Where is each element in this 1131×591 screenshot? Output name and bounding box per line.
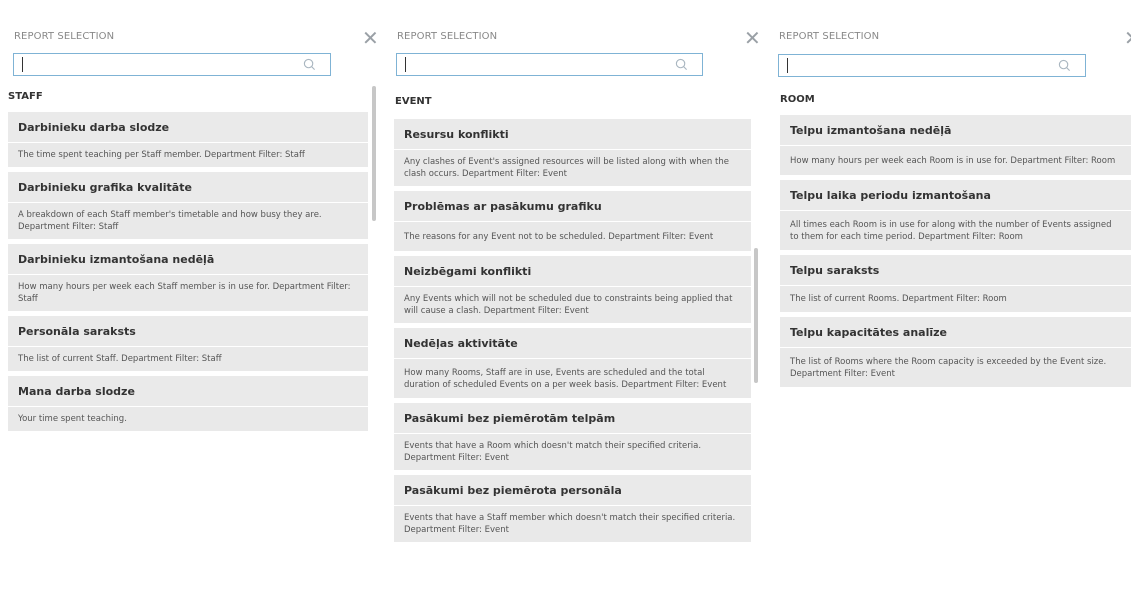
report-title[interactable]: Darbinieku darba slodze (8, 112, 368, 142)
search-field[interactable] (13, 53, 331, 76)
report-item[interactable]: Darbinieku darba slodze The time spent t… (8, 112, 368, 167)
report-item[interactable]: Resursu konflikti Any clashes of Event's… (394, 119, 751, 186)
report-title[interactable]: Darbinieku grafika kvalitāte (8, 172, 368, 202)
report-description: Events that have a Staff member which do… (394, 505, 751, 542)
report-title[interactable]: Personāla saraksts (8, 316, 368, 346)
report-item[interactable]: Darbinieku grafika kvalitāte A breakdown… (8, 172, 368, 239)
report-description: Your time spent teaching. (8, 406, 368, 431)
report-description: The list of current Rooms. Department Fi… (780, 285, 1131, 312)
report-item[interactable]: Telpu laika periodu izmantošana All time… (780, 180, 1131, 250)
report-list: Resursu konflikti Any clashes of Event's… (394, 119, 751, 542)
search-input[interactable] (14, 54, 275, 76)
report-item[interactable]: Telpu izmantošana nedēļā How many hours … (780, 115, 1131, 175)
text-caret (405, 57, 406, 72)
report-title[interactable]: Pasākumi bez piemērota personāla (394, 475, 751, 505)
report-description: A breakdown of each Staff member's timet… (8, 202, 368, 239)
report-description: The list of current Staff. Department Fi… (8, 346, 368, 371)
search-field[interactable] (778, 54, 1086, 77)
panel-header: REPORT SELECTION (397, 31, 498, 42)
search-input[interactable] (779, 55, 1032, 77)
search-field[interactable] (396, 53, 703, 76)
report-description: Events that have a Room which doesn't ma… (394, 433, 751, 470)
report-item[interactable]: Neizbēgami konflikti Any Events which wi… (394, 256, 751, 323)
report-title[interactable]: Pasākumi bez piemērotām telpām (394, 403, 751, 433)
category-heading: ROOM (780, 94, 815, 105)
scrollbar[interactable] (372, 86, 376, 221)
report-panel-event: REPORT SELECTION ✕ EVENT Resursu konflik… (384, 14, 762, 591)
close-icon[interactable]: ✕ (744, 28, 761, 48)
report-item[interactable]: Personāla saraksts The list of current S… (8, 316, 368, 371)
text-caret (22, 57, 23, 72)
report-title[interactable]: Resursu konflikti (394, 119, 751, 149)
category-heading: EVENT (395, 96, 432, 107)
report-list: Telpu izmantošana nedēļā How many hours … (780, 115, 1131, 387)
report-description: The reasons for any Event not to be sche… (394, 221, 751, 251)
report-description: The list of Rooms where the Room capacit… (780, 347, 1131, 387)
search-icon[interactable] (1058, 59, 1071, 72)
report-title[interactable]: Mana darba slodze (8, 376, 368, 406)
panel-header: REPORT SELECTION (779, 31, 880, 42)
close-icon[interactable]: ✕ (1124, 28, 1131, 48)
report-item[interactable]: Telpu saraksts The list of current Rooms… (780, 255, 1131, 312)
report-title[interactable]: Telpu saraksts (780, 255, 1131, 285)
report-item[interactable]: Darbinieku izmantošana nedēļā How many h… (8, 244, 368, 311)
report-panel-staff: REPORT SELECTION ✕ STAFF Darbinieku darb… (0, 14, 378, 485)
category-heading: STAFF (8, 91, 43, 102)
report-item[interactable]: Nedēļas aktivitāte How many Rooms, Staff… (394, 328, 751, 398)
report-description: Any Events which will not be scheduled d… (394, 286, 751, 323)
search-icon[interactable] (303, 58, 316, 71)
report-title[interactable]: Telpu laika periodu izmantošana (780, 180, 1131, 210)
report-title[interactable]: Telpu kapacitātes analīze (780, 317, 1131, 347)
search-input[interactable] (397, 54, 649, 76)
search-icon[interactable] (675, 58, 688, 71)
report-item[interactable]: Pasākumi bez piemērotām telpām Events th… (394, 403, 751, 470)
scrollbar[interactable] (754, 248, 758, 383)
close-icon[interactable]: ✕ (362, 28, 378, 48)
report-title[interactable]: Neizbēgami konflikti (394, 256, 751, 286)
report-description: How many hours per week each Staff membe… (8, 274, 368, 311)
report-title[interactable]: Problēmas ar pasākumu grafiku (394, 191, 751, 221)
report-description: All times each Room is in use for along … (780, 210, 1131, 250)
report-list: Darbinieku darba slodze The time spent t… (8, 112, 368, 431)
text-caret (787, 58, 788, 73)
report-description: Any clashes of Event's assigned resource… (394, 149, 751, 186)
report-description: How many Rooms, Staff are in use, Events… (394, 358, 751, 398)
report-description: The time spent teaching per Staff member… (8, 142, 368, 167)
report-title[interactable]: Nedēļas aktivitāte (394, 328, 751, 358)
report-title[interactable]: Darbinieku izmantošana nedēļā (8, 244, 368, 274)
report-description: How many hours per week each Room is in … (780, 145, 1131, 175)
report-item[interactable]: Telpu kapacitātes analīze The list of Ro… (780, 317, 1131, 387)
report-item[interactable]: Pasākumi bez piemērota personāla Events … (394, 475, 751, 542)
report-panel-room: REPORT SELECTION ✕ ROOM Telpu izmantošan… (772, 14, 1131, 414)
report-title[interactable]: Telpu izmantošana nedēļā (780, 115, 1131, 145)
report-item[interactable]: Mana darba slodze Your time spent teachi… (8, 376, 368, 431)
panel-header: REPORT SELECTION (14, 31, 115, 42)
report-item[interactable]: Problēmas ar pasākumu grafiku The reason… (394, 191, 751, 251)
